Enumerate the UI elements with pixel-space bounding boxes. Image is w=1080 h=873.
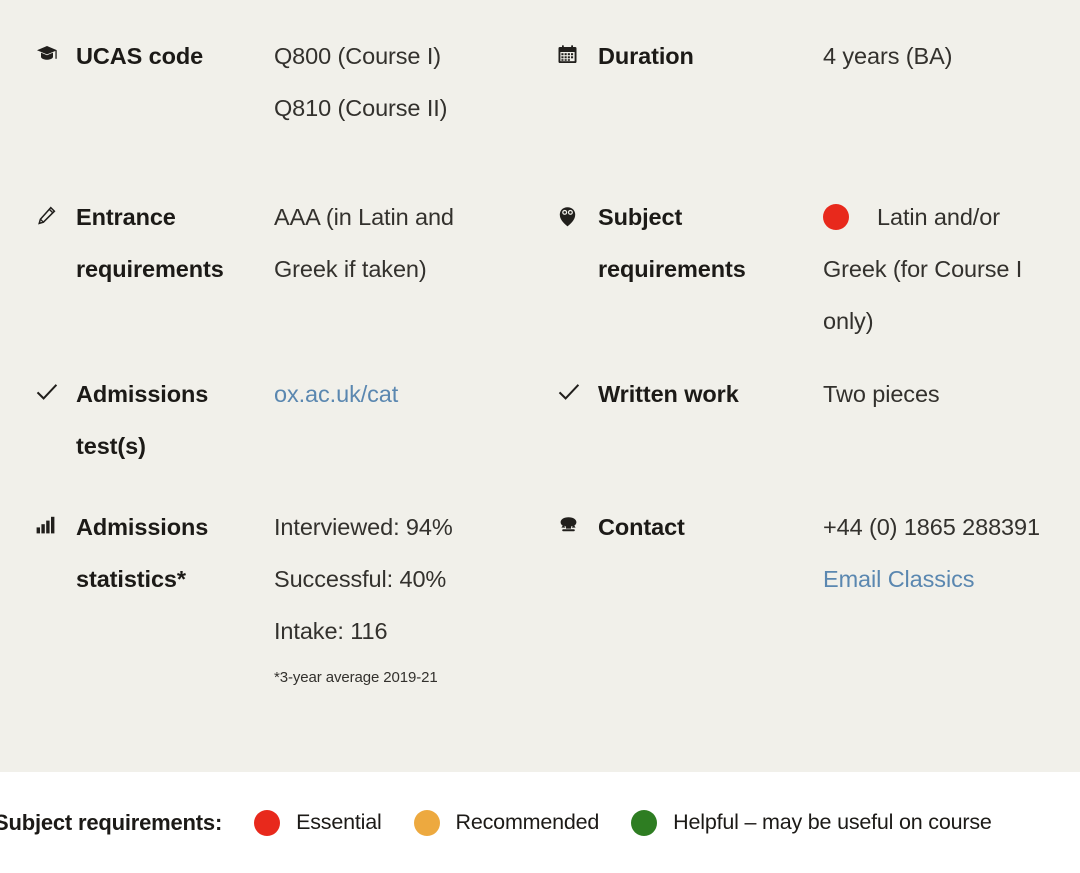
entrance-line-1: AAA (in Latin and: [274, 204, 454, 230]
fact-admissions-statistics: Admissions statistics* Interviewed: 94% …: [0, 501, 540, 695]
ucas-code-line-1: Q800 (Course I): [274, 43, 441, 69]
graduation-cap-icon: [36, 30, 76, 134]
fact-label: Entrance requirements: [76, 204, 224, 282]
legend-item-helpful: Helpful – may be useful on course: [631, 809, 992, 836]
bar-chart-icon: [36, 501, 76, 695]
subject-requirement-text-2: Greek (for Course I: [823, 256, 1023, 282]
fact-label: Contact: [598, 514, 685, 540]
legend-dot-essential: [254, 809, 281, 836]
fact-duration: Duration 4 years (BA): [540, 30, 1080, 134]
pencil-icon: [36, 191, 76, 347]
fact-value: 4 years (BA): [823, 30, 1080, 134]
legend-label-essential: Essential: [296, 810, 382, 834]
legend-title: Subject requirements:: [0, 809, 223, 835]
fact-label: UCAS code: [76, 43, 204, 69]
fact-contact: Contact +44 (0) 1865 288391 Email Classi…: [540, 501, 1080, 695]
fact-label: Admissions statistics*: [76, 514, 209, 592]
fact-value: Latin and/or Greek (for Course I only): [823, 191, 1080, 347]
legend-dot-helpful: [631, 809, 658, 836]
duration-line-1: 4 years (BA): [823, 43, 953, 69]
legend-label-recommended: Recommended: [455, 810, 600, 834]
legend-dot-recommended: [413, 809, 440, 836]
fact-value: ox.ac.uk/cat: [274, 368, 540, 472]
legend-inner: Subject requirements: Essential Recommen…: [0, 809, 992, 836]
fact-label: Duration: [598, 43, 694, 69]
entrance-line-2: Greek if taken): [274, 256, 427, 282]
fact-value: AAA (in Latin and Greek if taken): [274, 191, 540, 347]
stat-interviewed: Interviewed: 94%: [274, 514, 453, 540]
fact-value: Q800 (Course I) Q810 (Course II): [274, 30, 540, 134]
contact-phone: +44 (0) 1865 288391: [823, 514, 1040, 540]
fact-subject-requirements: Subject requirements Latin and/or Greek …: [540, 191, 1080, 347]
fact-entrance-requirements: Entrance requirements AAA (in Latin and …: [0, 191, 540, 347]
subject-requirement-line-1: Latin and/or: [823, 191, 1080, 243]
legend-label-helpful: Helpful – may be useful on course: [673, 810, 992, 834]
check-icon: [36, 368, 76, 472]
fact-value: Interviewed: 94% Successful: 40% Intake:…: [274, 501, 540, 695]
stats-footnote: *3-year average 2019-21: [274, 669, 438, 686]
owl-icon: [558, 191, 598, 347]
course-facts-panel: UCAS code Q800 (Course I) Q810 (Course I…: [0, 0, 1080, 772]
subject-requirements-legend: Subject requirements: Essential Recommen…: [0, 772, 1080, 873]
fact-value: Two pieces: [823, 368, 1080, 472]
email-classics-link[interactable]: Email Classics: [823, 553, 1080, 605]
requirement-level-dot: [823, 204, 849, 230]
fact-label: Subject requirements: [598, 204, 746, 282]
fact-value: +44 (0) 1865 288391 Email Classics: [823, 501, 1080, 695]
stat-successful: Successful: 40%: [274, 566, 447, 592]
fact-written-work: Written work Two pieces: [540, 368, 1080, 472]
telephone-icon: [558, 501, 598, 695]
fact-label: Admissions test(s): [76, 381, 209, 459]
course-facts-grid: UCAS code Q800 (Course I) Q810 (Course I…: [0, 0, 1080, 695]
admissions-test-link[interactable]: ox.ac.uk/cat: [274, 368, 540, 420]
written-work-line-1: Two pieces: [823, 381, 940, 407]
subject-requirement-text-1: Latin and/or: [877, 204, 1000, 230]
calendar-icon: [558, 30, 598, 134]
subject-requirement-text-3: only): [823, 308, 874, 334]
legend-item-essential: Essential: [254, 809, 382, 836]
fact-label: Written work: [598, 381, 739, 407]
check-icon: [558, 368, 598, 472]
fact-admissions-tests: Admissions test(s) ox.ac.uk/cat: [0, 368, 540, 472]
stat-intake: Intake: 116: [274, 618, 388, 644]
ucas-code-line-2: Q810 (Course II): [274, 95, 448, 121]
fact-ucas-code: UCAS code Q800 (Course I) Q810 (Course I…: [0, 30, 540, 134]
legend-item-recommended: Recommended: [413, 809, 600, 836]
